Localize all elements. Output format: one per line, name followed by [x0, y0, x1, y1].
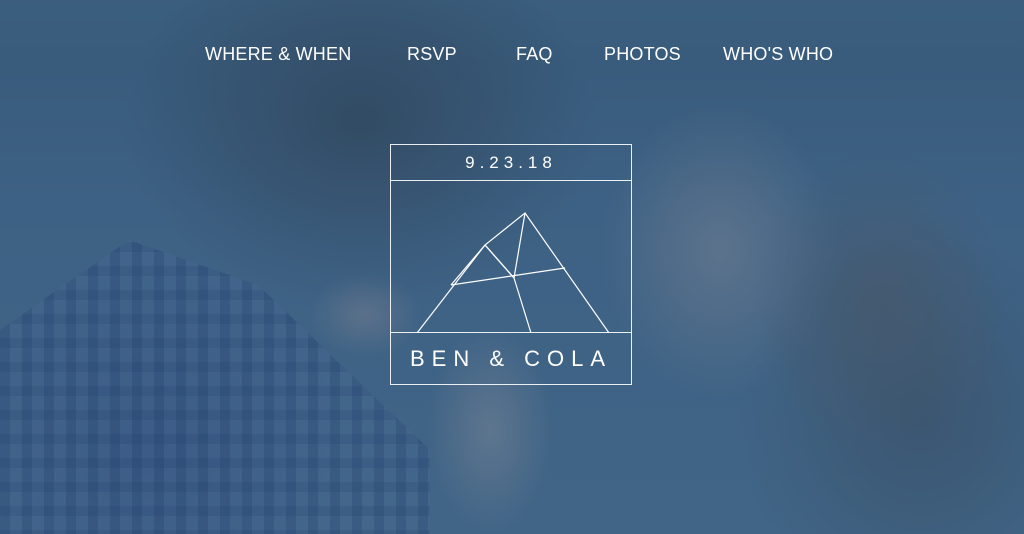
- hero-section: WHERE & WHEN RSVP FAQ PHOTOS WHO'S WHO 9…: [0, 0, 1024, 534]
- main-nav: WHERE & WHEN RSVP FAQ PHOTOS WHO'S WHO: [0, 44, 1024, 68]
- nav-rsvp-link[interactable]: RSVP: [407, 44, 457, 65]
- mountain-peaks-icon: [416, 212, 610, 333]
- nav-where-when-link[interactable]: WHERE & WHEN: [205, 44, 351, 65]
- couple-names: BEN & COLA: [391, 332, 631, 384]
- nav-photos-link[interactable]: PHOTOS: [604, 44, 681, 65]
- nav-whos-who-link[interactable]: WHO'S WHO: [723, 44, 833, 65]
- nav-faq-link[interactable]: FAQ: [516, 44, 553, 65]
- wedding-date: 9.23.18: [391, 145, 631, 181]
- wedding-logo: 9.23.18 BEN & COLA: [390, 144, 632, 385]
